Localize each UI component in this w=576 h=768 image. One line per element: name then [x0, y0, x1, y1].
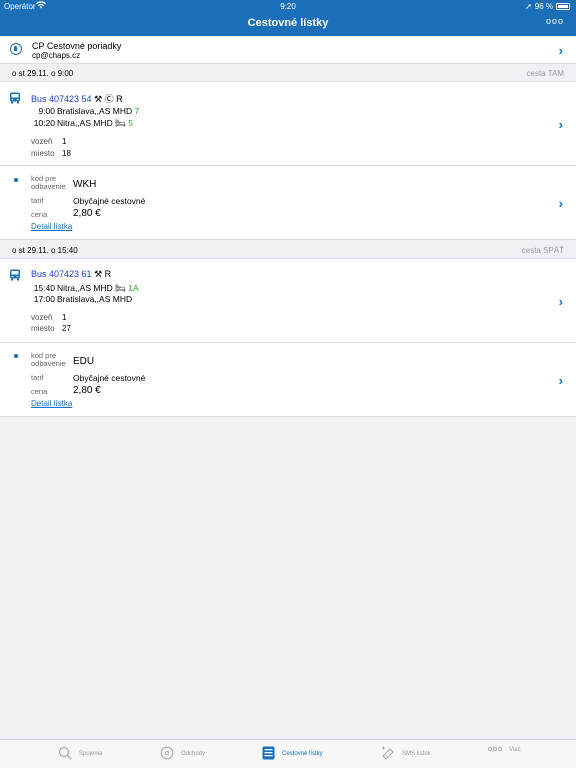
trip-date: o st 29.11. o 15:40	[12, 246, 78, 255]
tab-cestovne-listky[interactable]: Cestovné lístky	[262, 746, 323, 762]
miesto-label: miesto	[31, 149, 55, 158]
trip-date: o st 29.11. o 9:00	[12, 69, 74, 78]
ticket-detail-link[interactable]: Detail lístka	[31, 222, 72, 231]
account-email: cp@chaps.cz	[32, 51, 81, 60]
bullet-icon	[14, 354, 18, 358]
navigation-bar: Operátor 9:20 ➚ 96 % Cestovné lístky ooo	[0, 0, 576, 36]
stop-arrival: 10:20 Nitra,,AS MHD 🛏 5	[29, 118, 133, 129]
stop-name: Bratislava,,AS MHD	[57, 294, 133, 304]
cena-label: cena	[31, 210, 48, 219]
cena-label: cena	[31, 387, 48, 396]
ticket-detail-link[interactable]: Detail lístka	[31, 399, 72, 408]
code-label: kód pre odbavenie	[31, 174, 66, 191]
connection-row[interactable]: Bus 407423 61 ⚒ R 15:40 Nitra,,AS MHD 🛏 1…	[0, 259, 576, 343]
platform-number: 7	[134, 106, 140, 116]
miesto-label: miesto	[31, 324, 55, 333]
stop-arrival: 17:00 Bratislava,,AS MHD	[29, 294, 132, 304]
account-name: CP Cestovné poriadky	[32, 41, 122, 51]
battery-icon	[556, 3, 570, 10]
user-icon	[10, 43, 22, 55]
vozen-label: vozeň	[31, 313, 53, 322]
trip-header: o st 29.11. o 9:00 cesta TAM	[0, 64, 576, 82]
vozen-label: vozeň	[31, 137, 53, 146]
bus-line: Bus 407423 54 ⚒ Ⓒ R	[31, 92, 123, 105]
price-value: 2,80 €	[73, 385, 101, 396]
stop-name: Nitra,,AS MHD	[57, 283, 113, 293]
trip-header: o st 29.11. o 15:40 cesta SPÄŤ	[0, 241, 576, 259]
account-row[interactable]: CP Cestovné poriadky cp@chaps.cz ›	[0, 36, 576, 64]
stop-time: 9:00	[38, 106, 55, 116]
stop-departure: 15:40 Nitra,,AS MHD 🛏 1A	[29, 283, 139, 294]
chevron-right-icon: ›	[558, 373, 563, 388]
tarif-value: Obyčajné cestovné	[73, 196, 146, 206]
ticket-icon	[262, 746, 275, 762]
tab-odchody[interactable]: Odchody	[160, 746, 205, 762]
tab-label: Odchody	[181, 751, 206, 757]
stop-name: Bratislava,,AS MHD	[57, 106, 133, 116]
tarif-label: tarif	[31, 373, 44, 382]
tarif-value: Obyčajné cestovné	[73, 373, 146, 383]
stop-time: 10:20	[33, 118, 55, 128]
stop-departure: 9:00 Bratislava,,AS MHD 7	[29, 106, 139, 116]
clock-label: 9:20	[280, 2, 296, 11]
status-right: ➚ 96 %	[525, 2, 570, 11]
tab-label: Spojenia	[79, 751, 103, 757]
bus-icon	[9, 268, 21, 281]
sms-ticket-icon	[381, 746, 395, 762]
bus-number: Bus 407423 54	[31, 94, 92, 104]
platform-number: 1A	[128, 283, 139, 293]
chevron-right-icon: ›	[558, 117, 563, 132]
tarif-label: tarif	[31, 196, 44, 205]
status-bar: Operátor 9:20 ➚ 96 %	[0, 0, 576, 13]
bus-line: Bus 407423 61 ⚒ R	[31, 269, 111, 280]
stop-time: 15:40	[33, 283, 55, 293]
chevron-right-icon: ›	[558, 43, 563, 58]
stop-name: Nitra,,AS MHD	[57, 118, 113, 128]
chevron-right-icon: ›	[558, 294, 563, 309]
vozen-value: 1	[62, 313, 67, 322]
trip-direction: cesta SPÄŤ	[521, 246, 564, 255]
vozen-value: 1	[62, 137, 67, 146]
location-arrow-icon: ➚	[525, 2, 532, 11]
platform-number: 5	[128, 118, 134, 128]
page-title: Cestovné lístky	[247, 17, 329, 29]
connection-row[interactable]: Bus 407423 54 ⚒ Ⓒ R 9:00 Bratislava,,AS M…	[0, 82, 576, 166]
ticket-code: WKH	[73, 179, 97, 190]
miesto-value: 27	[62, 324, 71, 333]
ticket-code: EDU	[73, 356, 95, 367]
bed-icon: 🛏	[115, 118, 126, 128]
ticket-row[interactable]: kód pre odbavenie WKH tarif Obyčajné ces…	[0, 166, 576, 240]
bullet-icon	[14, 178, 18, 182]
tab-sms-listok[interactable]: SMS lístok	[381, 746, 431, 762]
stop-time: 17:00	[33, 294, 55, 304]
search-icon	[58, 746, 72, 762]
tab-spojenia[interactable]: Spojenia	[58, 746, 102, 762]
tab-label: Cestovné lístky	[282, 751, 323, 757]
clock-icon	[160, 746, 174, 762]
more-icon	[487, 746, 503, 754]
tab-label: SMS lístok	[402, 751, 431, 757]
tab-viac[interactable]: Viac	[487, 746, 521, 754]
bus-symbols: ⚒ Ⓒ R	[94, 94, 123, 104]
bus-icon	[9, 91, 21, 104]
bed-icon: 🛏	[115, 283, 126, 293]
more-options-button[interactable]: ooo	[546, 16, 564, 26]
miesto-value: 18	[62, 149, 71, 158]
price-value: 2,80 €	[73, 208, 101, 219]
ticket-row[interactable]: kód pre odbavenie EDU tarif Obyčajné ces…	[0, 343, 576, 417]
code-label: kód pre odbavenie	[31, 351, 66, 368]
battery-label: 96 %	[534, 2, 553, 11]
bus-symbols: ⚒ R	[94, 269, 112, 279]
chevron-right-icon: ›	[558, 196, 563, 211]
bus-number: Bus 407423 61	[31, 269, 92, 279]
tab-bar: Spojenia Odchody Cestovné lístky SMS lís…	[0, 739, 576, 768]
tab-label: Viac	[509, 747, 521, 753]
trip-direction: cesta TAM	[526, 69, 565, 78]
